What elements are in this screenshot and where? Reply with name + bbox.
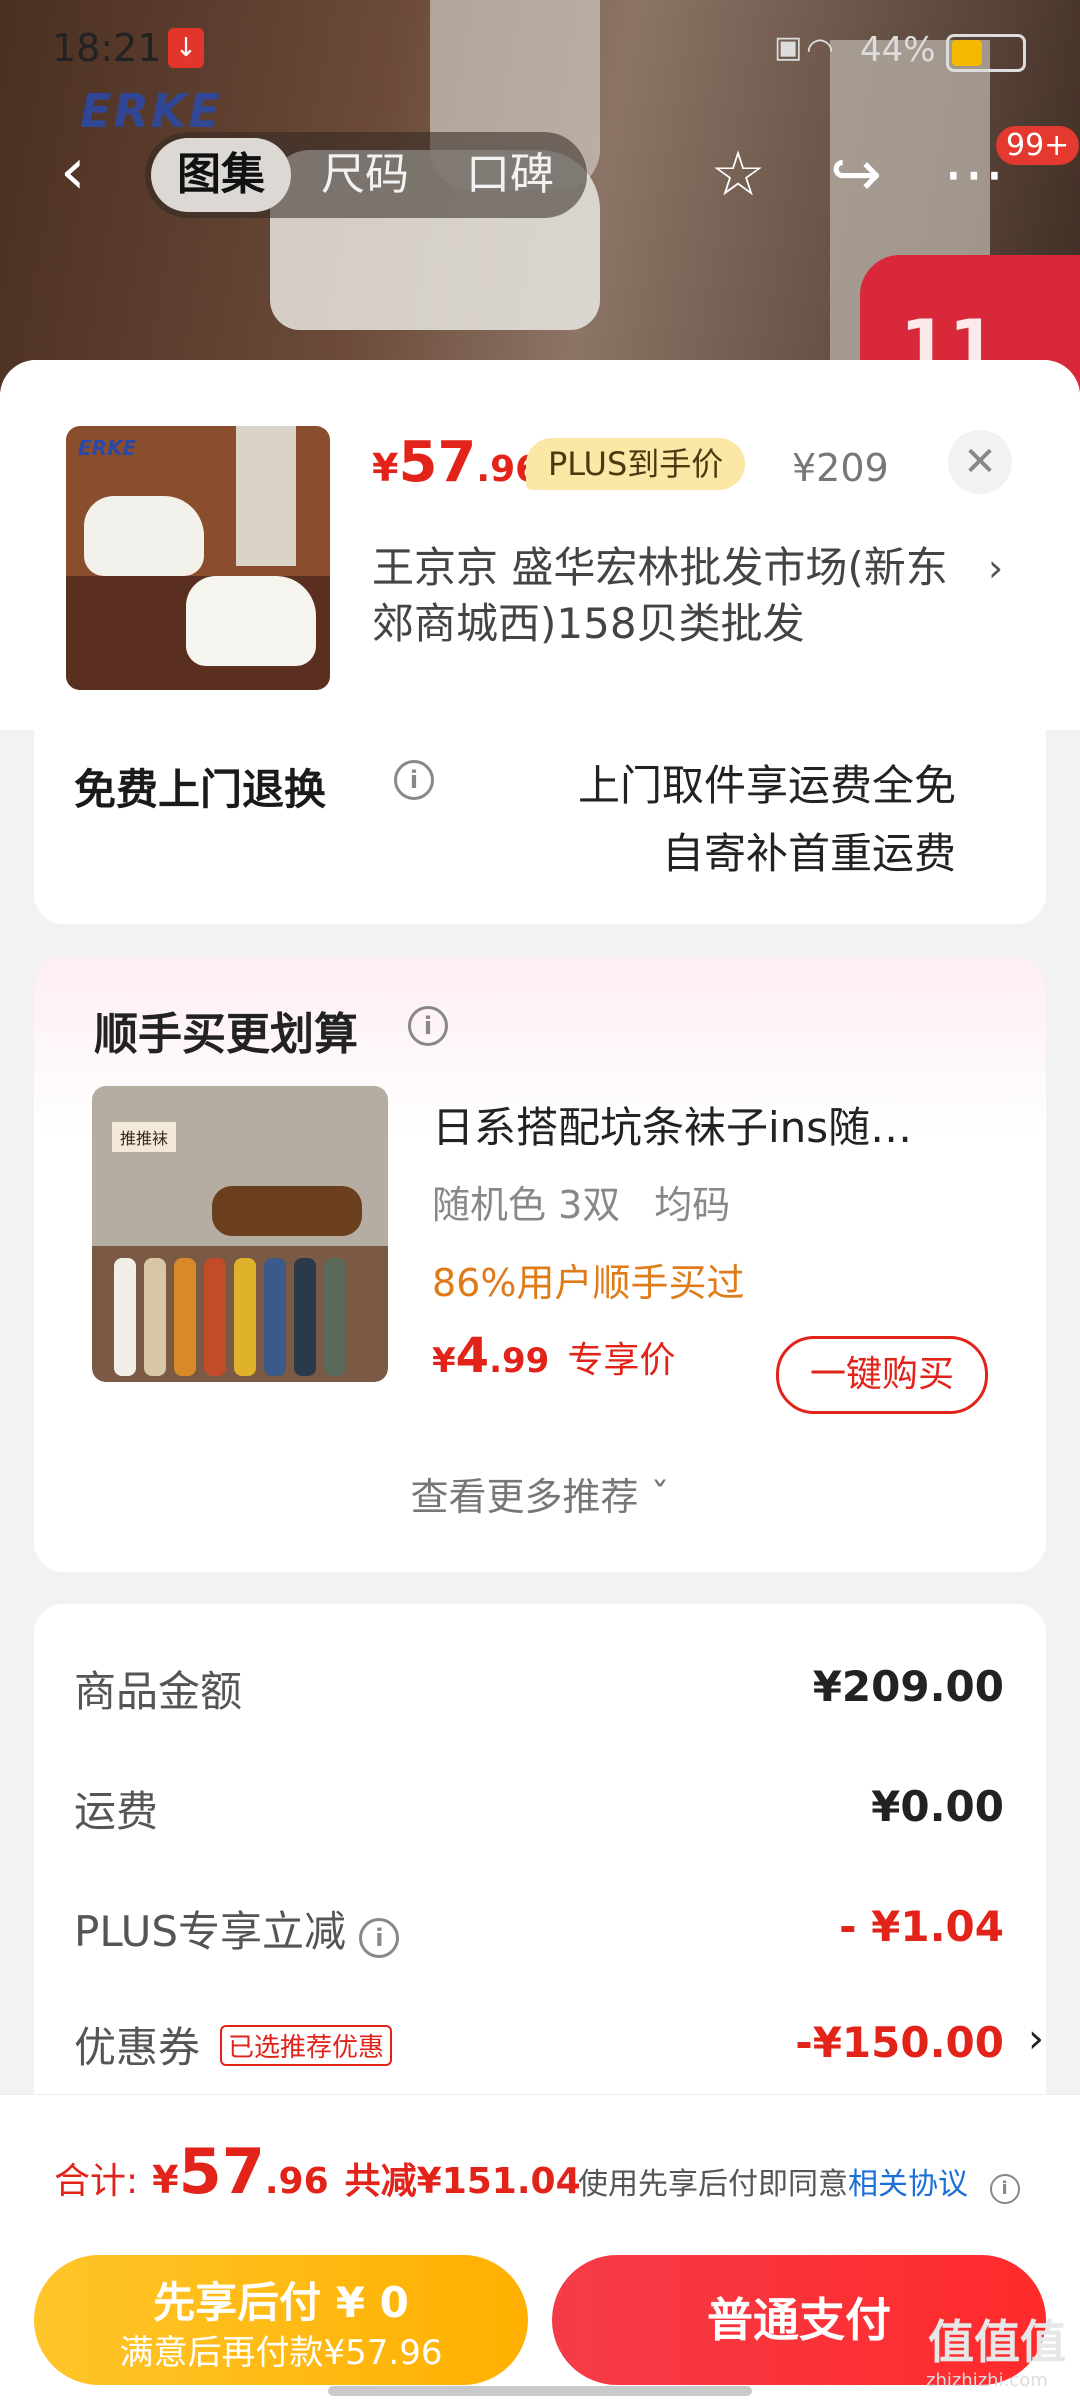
coupon-tag: 已选推荐优惠 [220,2025,393,2066]
return-policy-card: 免费上门退换 i 上门取件享运费全免 自寄补首重运费 [34,730,1046,924]
summary-label: 商品金额 [74,1667,243,1716]
bottom-action-bar: 合计: ¥57.96 共减¥151.04 使用先享后付即同意相关协议 i 先享后付 … [0,2094,1080,2401]
summary-value: - ¥1.04 [839,1902,1004,1951]
return-policy-label: 免费上门退换 [74,765,327,814]
thumb-sock [236,426,296,566]
rec-price-note: 专享价 [567,1340,676,1381]
total-currency: ¥ [152,2158,179,2202]
summary-label: PLUS专享立减 i [74,1898,400,1959]
rec-price-currency: ¥ [432,1341,456,1381]
recommend-item-name[interactable]: 日系搭配坑条袜子ins随… [432,1094,992,1155]
watermark-url: zhizhizhi.com [926,2370,1048,2391]
recommend-item-spec: 随机色 3双 均码 [432,1174,764,1229]
info-icon[interactable]: i [394,760,434,800]
rec-price-decimal: .99 [489,1341,550,1381]
battery-fill [952,40,982,66]
recommend-item-image[interactable]: 推推袜 [92,1086,388,1382]
summary-value: ¥209.00 [812,1662,1004,1711]
summary-value: ¥0.00 [871,1782,1004,1831]
star-icon[interactable]: ☆ [702,138,774,210]
thumb-shoe-right [186,576,316,666]
battery-icon [946,34,1026,72]
share-icon[interactable]: ↪ [820,138,892,210]
recommend-title: 顺手买更划算 [94,1009,358,1060]
summary-label: 运费 [74,1787,159,1836]
recommend-card: 顺手买更划算 i 推推袜 日系搭配坑条袜子ins随… 随机色 3双 均码 86%用… [34,956,1046,1572]
rec-img-sock [144,1258,166,1376]
summary-label-text: PLUS专享立减 [74,1907,347,1956]
close-button[interactable]: ✕ [948,430,1012,494]
product-thumbnail[interactable]: ERKE [66,426,330,690]
total-decimal: .96 [264,2161,329,2202]
rec-img-sock [174,1258,196,1376]
summary-row-plus-discount: PLUS专享立减 i - ¥1.04 [74,1898,1004,1958]
return-policy-line2: 自寄补首重运费 [661,829,956,878]
product-price: ¥57.96 [372,430,540,495]
agreement-prefix: 使用先享后付即同意 [578,2167,848,2202]
tab-reviews[interactable]: 口碑 [440,132,580,218]
spec-size: 均码 [654,1183,731,1227]
summary-label: 优惠券 已选推荐优惠 [74,2014,393,2075]
agreement-text: 使用先享后付即同意相关协议 i [578,2159,1020,2204]
pay-later-line2: 满意后再付款¥57.96 [119,2333,443,2373]
tab-size[interactable]: 尺码 [295,132,435,218]
rec-img-sock [114,1258,136,1376]
rec-price-integer: 4 [455,1328,490,1384]
recommend-item-buyers: 86%用户顺手买过 [432,1261,745,1305]
chevron-right-icon[interactable]: › [988,546,1003,590]
rec-img-sock [204,1258,226,1376]
total-label: 合计: [54,2161,139,2202]
rec-img-sock [324,1258,346,1376]
app-notification-icon: ↓ [168,28,204,68]
summary-value: -¥150.00 [795,2018,1004,2067]
watermark-logo: 值值值 [928,2315,1066,2369]
chevron-right-icon[interactable]: › [1028,2016,1044,2062]
battery-percent: 44% [860,30,936,70]
original-price: ¥209 [792,446,889,490]
info-icon[interactable]: i [359,1918,400,1958]
status-bar: 18:21 ↓ ▣ ◠ 44% [0,0,1080,100]
rec-img-sock [294,1258,316,1376]
price-summary-card: 商品金额 ¥209.00 运费 ¥0.00 PLUS专享立减 i - ¥1.04… [34,1604,1046,2124]
message-count-badge: 99+ [996,126,1080,165]
return-policy-line1: 上门取件享运费全免 [577,761,956,810]
recommend-item-price: ¥4.99 专享价 [432,1328,675,1384]
see-more-recommendations[interactable]: 查看更多推荐 ˇ [34,1466,1046,1521]
pay-later-line1: 先享后付 ¥ 0 [153,2278,409,2327]
wifi-icon: ◠ [806,30,834,68]
one-click-buy-button[interactable]: 一键购买 [776,1336,988,1414]
summary-label-text: 优惠券 [74,2023,201,2072]
rec-img-label: 推推袜 [112,1122,177,1152]
home-indicator[interactable] [328,2386,752,2396]
rec-img-sock [234,1258,256,1376]
pay-later-button[interactable]: 先享后付 ¥ 0 满意后再付款¥57.96 [34,2255,528,2385]
thumb-brand-logo: ERKE [78,436,137,460]
status-time: 18:21 [52,26,162,70]
thumb-shoe-left [84,496,204,576]
price-integer: 57 [398,430,477,495]
sim-icon: ▣ [774,30,803,65]
summary-row-shipping: 运费 ¥0.00 [74,1778,1004,1838]
rec-img-sock [264,1258,286,1376]
rec-img-shoe [212,1186,362,1236]
total-integer: 57 [178,2135,265,2208]
summary-row-coupon[interactable]: 优惠券 已选推荐优惠 -¥150.00 › [74,2014,1044,2075]
price-currency: ¥ [372,446,399,490]
info-icon[interactable]: i [408,1006,448,1046]
agreement-link[interactable]: 相关协议 [848,2167,968,2202]
total-saved: 共减¥151.04 [344,2161,581,2202]
spec-color: 随机色 3双 [432,1183,621,1227]
summary-row-subtotal: 商品金额 ¥209.00 [74,1658,1004,1718]
seller-address[interactable]: 王京京 盛华宏林批发市场(新东郊商城西)158贝类批发 [372,540,972,652]
order-total: 合计: ¥57.96 共减¥151.04 [54,2135,581,2208]
gallery-tabs: 图集 尺码 口碑 [145,132,587,218]
back-arrow-icon[interactable]: ‹ [60,140,100,204]
plus-price-tag: PLUS到手价 [526,438,746,490]
tab-gallery[interactable]: 图集 [151,138,291,212]
info-icon[interactable]: i [989,2174,1020,2204]
